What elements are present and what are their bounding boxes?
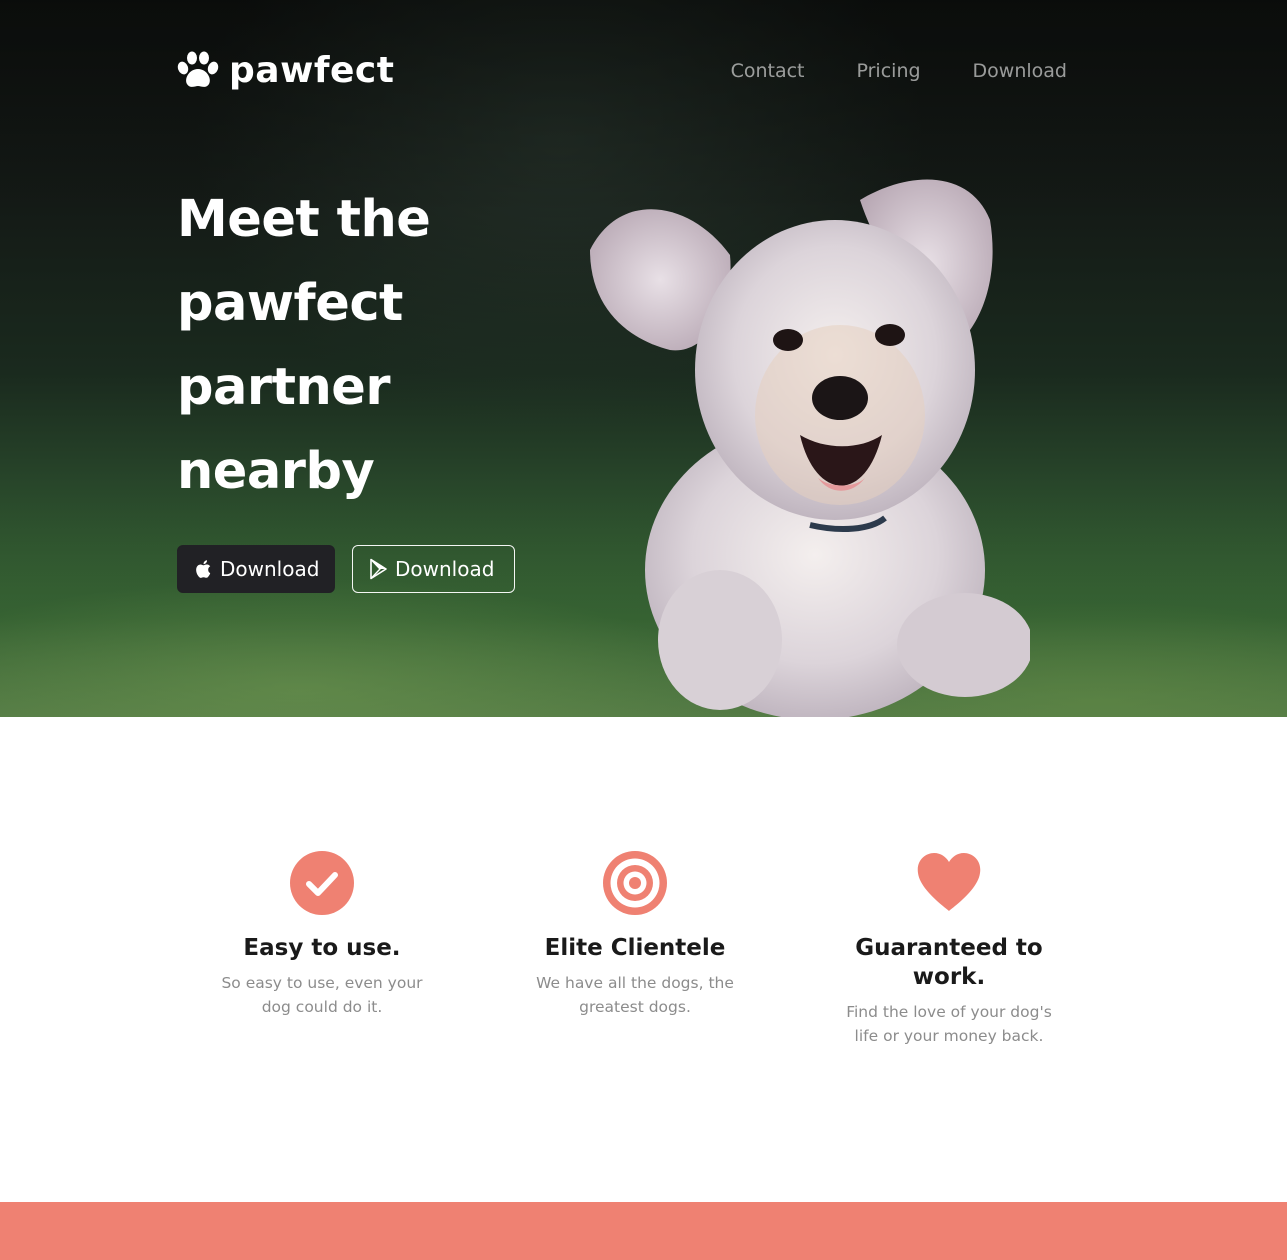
hero-section: pawfect Contact Pricing Download Meet th… xyxy=(0,0,1287,717)
top-nav: Contact Pricing Download xyxy=(731,58,1067,84)
feature-title: Elite Clientele xyxy=(544,935,726,961)
google-play-download-button[interactable]: Download xyxy=(352,545,515,593)
feature-description: We have all the dogs, the greatest dogs. xyxy=(536,974,734,1016)
accent-band xyxy=(0,1202,1287,1260)
headline-line-2: pawfect xyxy=(177,274,403,333)
feature-description: So easy to use, even your dog could do i… xyxy=(221,974,423,1016)
headline-line-1: Meet the xyxy=(177,190,431,249)
feature-easy-to-use: Easy to use. So easy to use, even your d… xyxy=(202,850,442,1019)
google-play-download-label: Download xyxy=(395,557,495,581)
nav-contact-link[interactable]: Contact xyxy=(731,58,805,84)
nav-pricing-link[interactable]: Pricing xyxy=(857,58,921,84)
nav-download-link[interactable]: Download xyxy=(973,58,1067,84)
feature-guaranteed: Guaranteed to work. Find the love of you… xyxy=(829,850,1069,1048)
features-section: Easy to use. So easy to use, even your d… xyxy=(0,717,1287,1202)
heart-icon xyxy=(917,853,981,911)
feature-elite-clientele: Elite Clientele We have all the dogs, th… xyxy=(515,850,755,1019)
apple-download-button[interactable]: Download xyxy=(177,545,335,593)
apple-download-label: Download xyxy=(220,557,320,581)
running-dog-image xyxy=(590,179,1030,717)
google-play-icon xyxy=(370,558,387,580)
headline-line-3: partner xyxy=(177,358,391,417)
brand-name: pawfect xyxy=(229,50,395,91)
headline-line-4: nearby xyxy=(177,442,375,501)
feature-title: Easy to use. xyxy=(243,935,401,961)
brand-logo[interactable]: pawfect xyxy=(177,48,394,94)
check-circle-icon xyxy=(290,851,354,915)
target-icon xyxy=(603,851,667,915)
apple-icon xyxy=(196,560,211,578)
paw-icon xyxy=(177,51,219,87)
hero-headline: Meet the pawfect partner nearby xyxy=(177,178,577,514)
feature-description: Find the love of your dog's life or your… xyxy=(846,1003,1052,1045)
feature-title: Guaranteed to work. xyxy=(855,935,1043,990)
